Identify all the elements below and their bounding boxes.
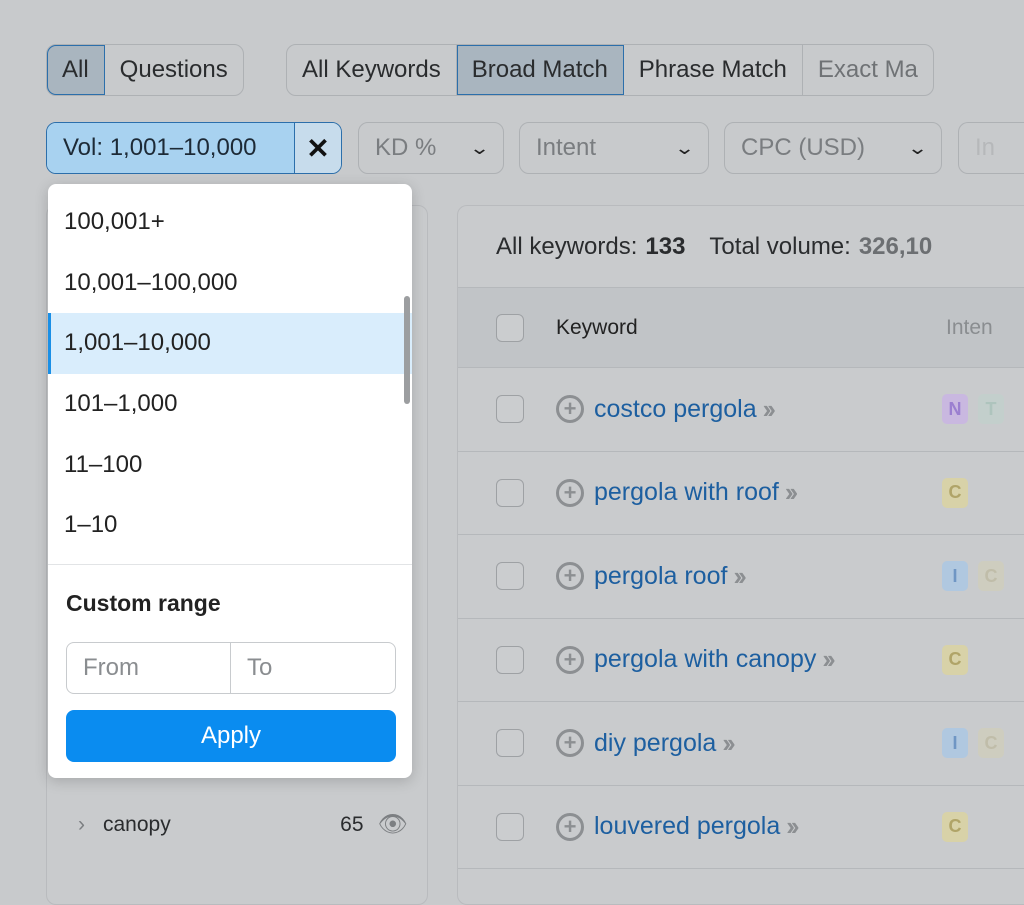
keyword-link[interactable]: pergola with roof (594, 478, 779, 507)
cpc-filter[interactable]: CPC (USD) ⌄ (724, 122, 942, 174)
row-checkbox[interactable] (496, 562, 524, 591)
keyword-link[interactable]: louvered pergola (594, 812, 780, 841)
intent-badge: T (978, 394, 1004, 425)
intent-badge: C (978, 561, 1004, 592)
apply-button[interactable]: Apply (66, 710, 396, 762)
tab-broad-match[interactable]: Broad Match (456, 45, 624, 95)
volume-option[interactable]: 1,001–10,000 (48, 313, 412, 374)
more-filter-label: In (975, 134, 996, 161)
volume-option[interactable]: 10,001–100,000 (48, 253, 412, 314)
intent-badge: C (942, 811, 968, 842)
keyword-link[interactable]: pergola with canopy (594, 645, 816, 674)
add-keyword-icon[interactable]: + (556, 645, 584, 674)
intent-filter-label: Intent (536, 134, 597, 161)
volume-option[interactable]: 11–100 (48, 434, 412, 495)
total-volume-label: Total volume: (709, 232, 851, 260)
all-keywords-count: 133 (645, 232, 686, 260)
divider (48, 564, 412, 565)
double-chevron-icon[interactable]: ›› (786, 811, 799, 842)
group-label: canopy (103, 812, 171, 836)
add-keyword-icon[interactable]: + (556, 812, 584, 841)
intent-badge: C (942, 644, 968, 675)
chevron-right-icon[interactable]: › (78, 813, 85, 837)
volume-filter-label[interactable]: Vol: 1,001–10,000 (47, 123, 295, 173)
add-keyword-icon[interactable]: + (556, 395, 584, 424)
table-row: + pergola roof ›› I C (458, 535, 1024, 619)
all-keywords-label: All keywords: (496, 232, 638, 260)
table-header: Keyword Inten (458, 288, 1024, 368)
custom-range-label: Custom range (66, 590, 221, 616)
tab-questions[interactable]: Questions (105, 45, 243, 95)
keyword-link[interactable]: costco pergola (594, 395, 757, 424)
double-chevron-icon[interactable]: ›› (722, 728, 735, 759)
table-row: + pergola with roof ›› C (458, 452, 1024, 535)
tab-all-keywords[interactable]: All Keywords (287, 45, 457, 95)
row-checkbox[interactable] (496, 395, 524, 424)
table-row: + costco pergola ›› N T (458, 368, 1024, 452)
double-chevron-icon[interactable]: ›› (733, 561, 746, 592)
group-count: 65 (340, 812, 364, 836)
from-input[interactable] (67, 643, 231, 693)
cpc-filter-label: CPC (USD) (741, 134, 865, 161)
volume-filter[interactable]: Vol: 1,001–10,000 ✕ (46, 122, 342, 174)
double-chevron-icon[interactable]: ›› (763, 394, 776, 425)
intent-filter[interactable]: Intent ⌄ (519, 122, 709, 174)
close-icon: ✕ (306, 132, 330, 164)
kd-filter[interactable]: KD % ⌄ (358, 122, 504, 174)
tab-exact-match[interactable]: Exact Ma (803, 45, 933, 95)
keyword-link[interactable]: pergola roof (594, 562, 727, 591)
clear-volume-filter-button[interactable]: ✕ (295, 123, 341, 173)
table-row: + louvered pergola ›› C (458, 786, 1024, 869)
column-keyword[interactable]: Keyword (556, 316, 638, 340)
summary-bar: All keywords: 133 Total volume: 326,10 (458, 206, 1024, 288)
eye-icon[interactable]: 👁 (378, 810, 408, 839)
custom-range-inputs (66, 642, 396, 694)
to-input[interactable] (231, 643, 395, 693)
intent-badge: C (942, 477, 968, 508)
add-keyword-icon[interactable]: + (556, 562, 584, 591)
chevron-down-icon: ⌄ (468, 137, 491, 158)
select-all-checkbox[interactable] (496, 313, 524, 342)
kd-filter-label: KD % (375, 134, 437, 161)
intent-badge: C (978, 728, 1004, 759)
tab-phrase-match[interactable]: Phrase Match (624, 45, 803, 95)
add-keyword-icon[interactable]: + (556, 729, 584, 758)
double-chevron-icon[interactable]: ›› (822, 644, 835, 675)
table-row: + pergola with canopy ›› C (458, 619, 1024, 702)
more-filter[interactable]: In (958, 122, 1024, 174)
volume-dropdown: 100,001+ 10,001–100,000 1,001–10,000 101–1,… (48, 184, 412, 778)
tabs-type: All Questions (46, 44, 244, 96)
row-checkbox[interactable] (496, 812, 524, 841)
group-item-canopy[interactable]: › canopy 65 👁 (78, 810, 408, 839)
volume-option[interactable]: 100,001+ (48, 192, 412, 253)
volume-option[interactable]: 1–10 (48, 495, 412, 556)
tab-all[interactable]: All (47, 45, 105, 95)
total-volume-value: 326,10 (858, 232, 933, 260)
chevron-down-icon: ⌄ (906, 137, 929, 158)
row-checkbox[interactable] (496, 645, 524, 674)
scrollbar[interactable] (404, 296, 410, 404)
intent-badge: I (942, 728, 968, 759)
volume-option[interactable]: 101–1,000 (48, 374, 412, 435)
intent-badge: N (942, 394, 968, 425)
row-checkbox[interactable] (496, 478, 524, 507)
tabs-match: All Keywords Broad Match Phrase Match Ex… (286, 44, 934, 96)
add-keyword-icon[interactable]: + (556, 478, 584, 507)
double-chevron-icon[interactable]: ›› (785, 477, 798, 508)
column-intent[interactable]: Inten (946, 316, 993, 340)
table-row: + diy pergola ›› I C (458, 702, 1024, 786)
keywords-table-panel: All keywords: 133 Total volume: 326,10 Key… (457, 205, 1024, 905)
chevron-down-icon: ⌄ (673, 137, 696, 158)
keyword-link[interactable]: diy pergola (594, 729, 716, 758)
row-checkbox[interactable] (496, 729, 524, 758)
intent-badge: I (942, 561, 968, 592)
